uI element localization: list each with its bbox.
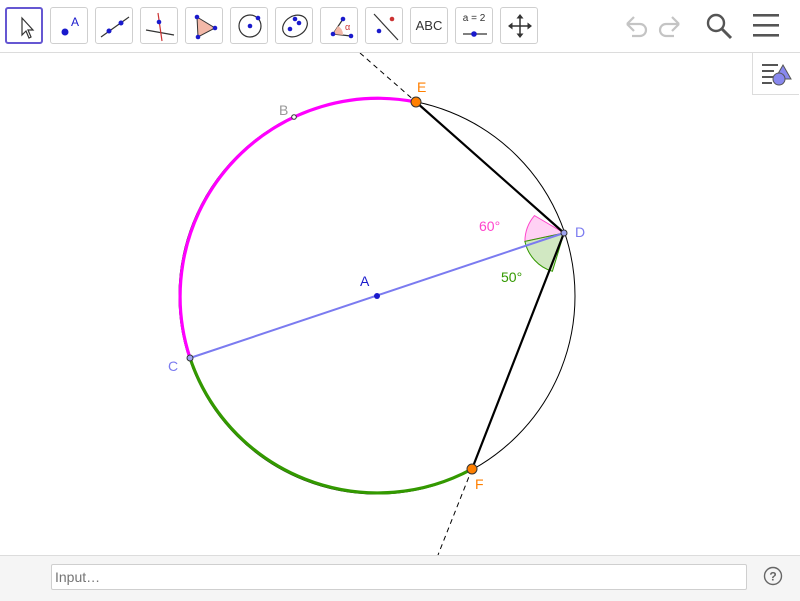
svg-text:?: ? <box>769 570 776 584</box>
slider-icon <box>463 31 487 37</box>
point-c[interactable] <box>186 354 194 362</box>
undo-icon <box>626 16 648 38</box>
point-b[interactable] <box>291 114 297 120</box>
label-d: D <box>575 224 585 240</box>
toolbar: A α ABC a = 2 <box>0 0 800 53</box>
angle-label-50: 50° <box>501 269 522 285</box>
move-graphics-tool-button[interactable] <box>500 7 538 44</box>
ellipse-icon <box>282 14 308 38</box>
move-tool-button[interactable] <box>5 7 43 44</box>
hamburger-menu-icon <box>753 14 779 37</box>
point-f[interactable] <box>466 463 478 475</box>
redo-button[interactable] <box>653 8 689 44</box>
search-button[interactable] <box>701 8 737 44</box>
slider-tool-button[interactable]: a = 2 <box>455 7 493 44</box>
text-tool-label: ABC <box>415 18 443 33</box>
main-menu-button[interactable] <box>748 8 784 44</box>
perpendicular-line-icon <box>145 12 175 42</box>
polygon-tool-button[interactable] <box>185 7 223 44</box>
arc-magenta[interactable] <box>178 96 417 359</box>
line-tool-button[interactable] <box>95 7 133 44</box>
line-through-two-points-icon <box>100 16 130 38</box>
undo-button[interactable] <box>617 8 653 44</box>
point-icon: A <box>61 15 79 36</box>
angle-tool-letter: α <box>345 22 350 32</box>
label-c: C <box>168 358 178 374</box>
reflect-about-line-icon <box>373 13 399 41</box>
move-arrow-icon <box>21 16 35 39</box>
label-a: A <box>360 273 370 289</box>
graphics-view[interactable]: A B C D E F 60° 50° <box>0 53 800 555</box>
search-icon <box>706 13 733 40</box>
angle-label-60: 60° <box>479 218 500 234</box>
arc-green[interactable] <box>188 357 473 495</box>
algebra-input-field[interactable] <box>51 564 747 590</box>
style-bar-toggle-button[interactable] <box>752 53 799 95</box>
perpendicular-tool-button[interactable] <box>140 7 178 44</box>
style-bar-toggle-icon <box>762 63 792 86</box>
input-bar <box>0 555 800 601</box>
help-icon: ? <box>763 566 783 586</box>
text-tool-button[interactable]: ABC <box>410 7 448 44</box>
point-tool-letter: A <box>71 15 79 29</box>
label-e: E <box>417 79 426 95</box>
label-b: B <box>279 102 288 118</box>
point-e[interactable] <box>410 96 422 108</box>
redo-icon <box>658 16 680 38</box>
circle-with-center-icon <box>238 14 262 38</box>
chord-de[interactable] <box>415 101 565 234</box>
angle-tool-button[interactable]: α <box>320 7 358 44</box>
move-graphics-view-icon <box>508 14 532 38</box>
angle-icon: α <box>330 16 354 39</box>
label-f: F <box>475 476 484 492</box>
point-a[interactable] <box>374 293 380 299</box>
reflect-tool-button[interactable] <box>365 7 403 44</box>
dashed-line-through-e[interactable] <box>359 53 417 103</box>
input-help-button[interactable]: ? <box>763 566 783 586</box>
ellipse-tool-button[interactable] <box>275 7 313 44</box>
point-d[interactable] <box>560 229 568 237</box>
circle-tool-button[interactable] <box>230 7 268 44</box>
polygon-icon <box>194 14 218 40</box>
point-tool-button[interactable]: A <box>50 7 88 44</box>
